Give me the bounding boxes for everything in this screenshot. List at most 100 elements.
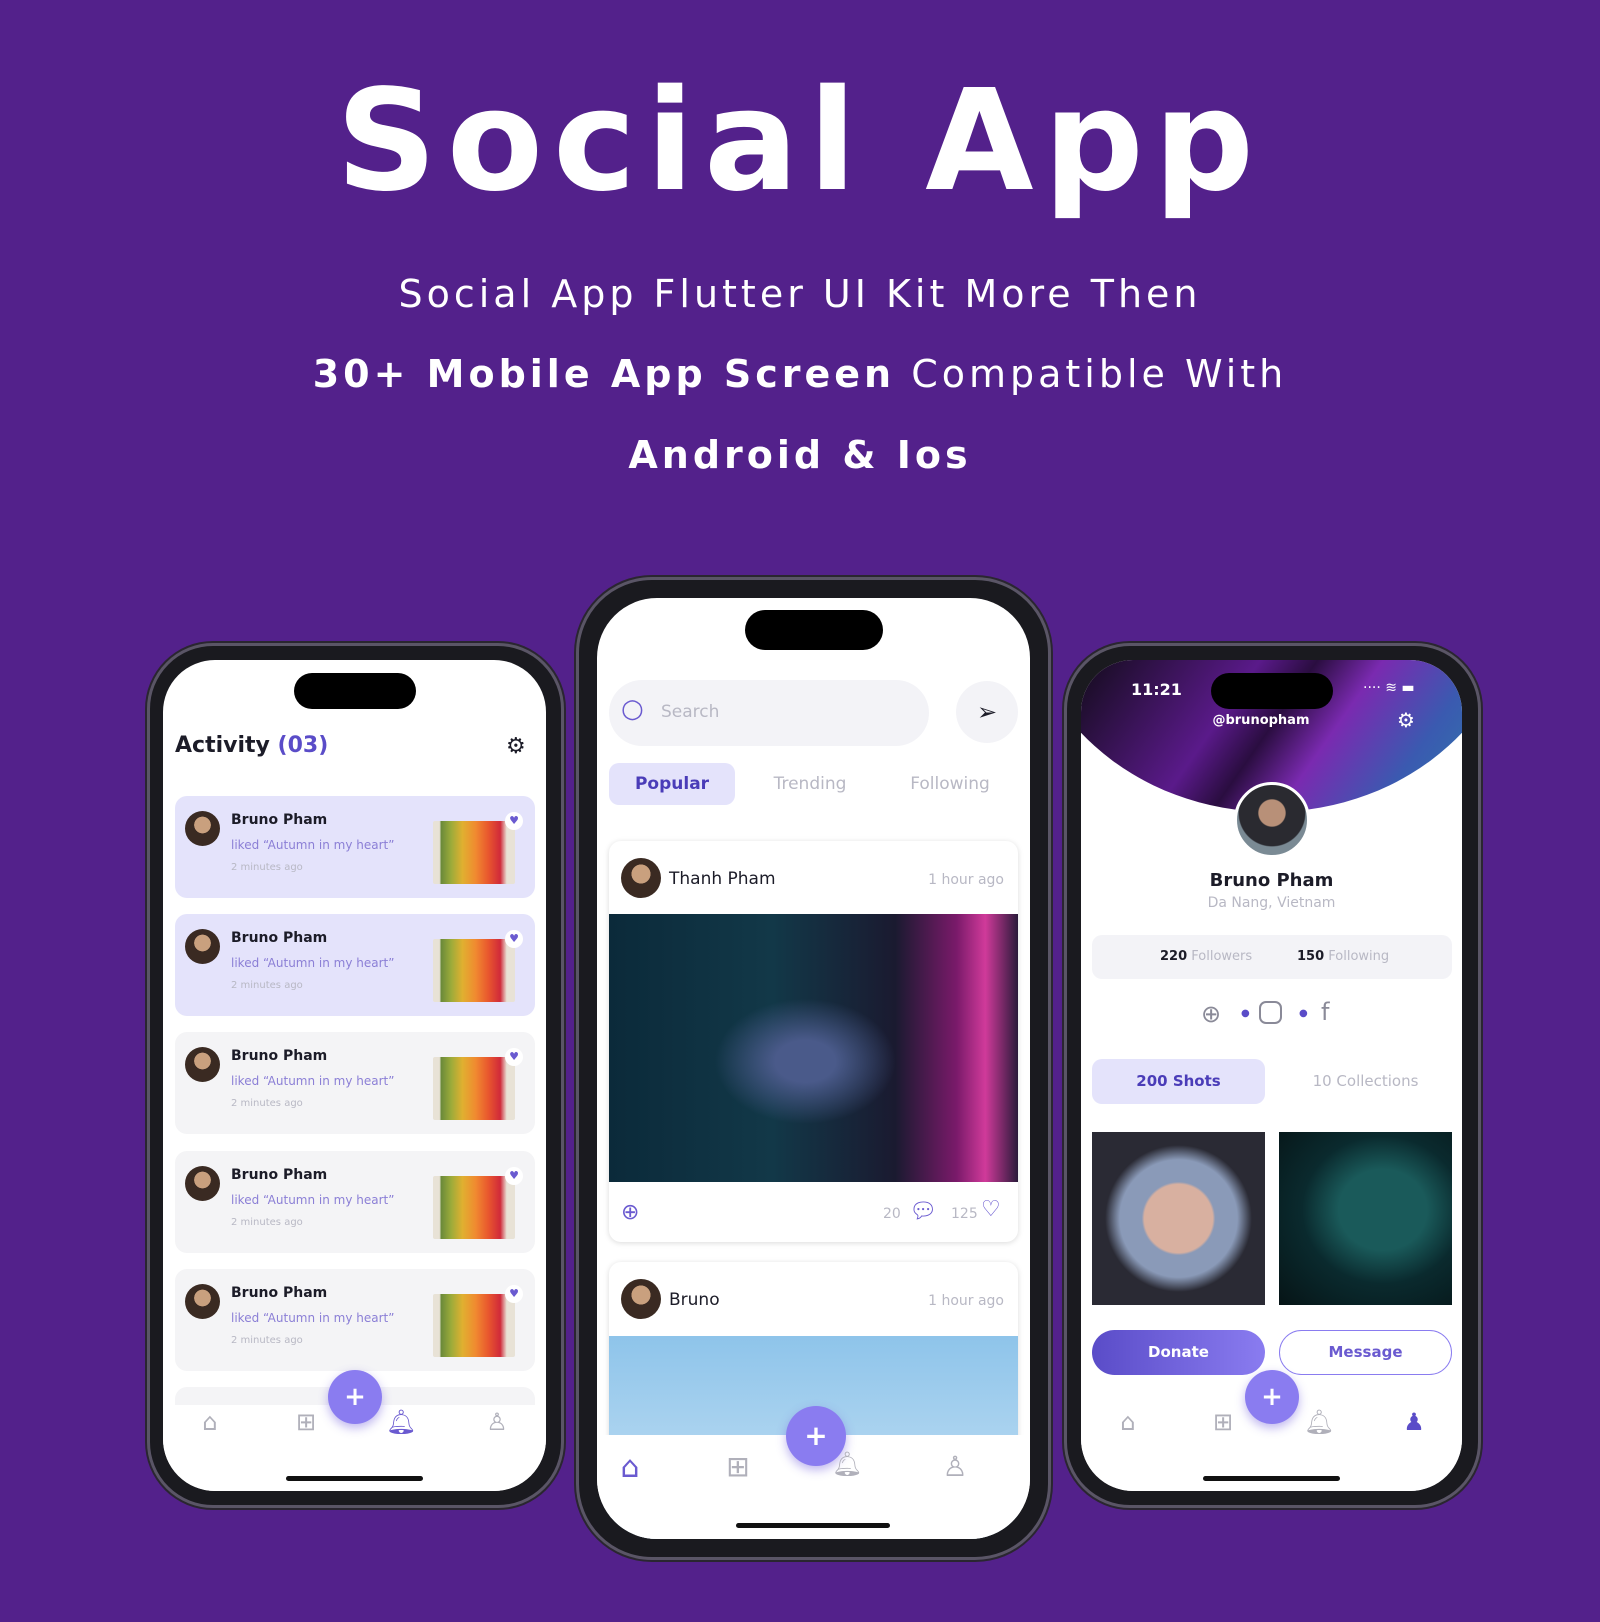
home-indicator [286,1476,423,1481]
search-placeholder: Search [661,702,720,722]
user-icon[interactable]: ♙ [477,1408,517,1436]
add-icon[interactable]: ⊕ [621,1200,639,1225]
activity-title-text: Activity [175,733,270,758]
bell-icon[interactable]: 🔔︎ [381,1408,421,1436]
activity-action: liked “Autumn in my heart” [231,1311,395,1325]
globe-icon[interactable]: ⊕ [1201,1000,1221,1028]
facebook-icon[interactable]: f [1321,998,1329,1026]
bell-icon[interactable]: 🔔︎ [1299,1408,1339,1436]
activity-time: 2 minutes ago [231,980,303,991]
like-count: 125 [951,1206,978,1222]
activity-user: Bruno Pham [231,1167,328,1183]
settings-icon[interactable]: ⚙ [1397,708,1415,732]
activity-action: liked “Autumn in my heart” [231,956,395,970]
tab-popular[interactable]: Popular [609,763,735,805]
post-time: 1 hour ago [928,1293,1004,1309]
activity-user: Bruno Pham [231,930,328,946]
user-icon[interactable]: ♟ [1394,1408,1434,1436]
profile-name: Bruno Pham [1209,870,1334,891]
activity-count: (03) [277,733,329,758]
activity-item[interactable]: Bruno Pham liked “Autumn in my heart” 2 … [175,1269,535,1371]
heart-icon: ♥ [505,1167,523,1185]
bell-icon[interactable]: 🔔︎ [827,1450,867,1478]
home-indicator [736,1523,890,1528]
tab-collections[interactable]: 10 Collections [1279,1059,1452,1104]
user-icon[interactable]: ♙ [935,1450,975,1483]
post-time: 1 hour ago [928,872,1004,888]
followers-count: 220 [1160,949,1188,964]
shot-image[interactable] [1279,1132,1452,1305]
avatar [185,929,220,964]
activity-action: liked “Autumn in my heart” [231,838,395,852]
activity-user: Bruno Pham [231,812,328,828]
activity-thumbnail [433,1294,515,1357]
post-author: Bruno [669,1290,720,1310]
tab-trending[interactable]: Trending [747,763,873,805]
activity-action: liked “Autumn in my heart” [231,1193,395,1207]
home-icon[interactable]: ⌂ [190,1408,230,1436]
following-label: Following [1328,949,1390,964]
profile-location: Da Nang, Vietnam [1207,895,1336,911]
avatar [185,1166,220,1201]
shot-image[interactable] [1092,1132,1265,1305]
search-icon: ○ [621,694,644,724]
home-indicator [1203,1476,1340,1481]
search-input[interactable]: ○ Search [609,680,929,746]
followers-label: Followers [1191,949,1253,964]
dynamic-island [294,673,416,709]
activity-time: 2 minutes ago [231,1098,303,1109]
avatar [621,858,661,898]
instagram-icon[interactable] [1259,1001,1282,1024]
activity-thumbnail [433,821,515,884]
activity-thumbnail [433,1057,515,1120]
activity-item[interactable]: Bruno Pham liked “Autumn in my heart” 2 … [175,914,535,1016]
send-icon[interactable]: ➢ [956,681,1018,743]
activity-item[interactable]: Bruno Pham liked “Autumn in my heart” 2 … [175,1032,535,1134]
dot-separator: ● [1241,1008,1250,1019]
hero-subtitle-line2: 30+ Mobile App Screen Compatible With [0,352,1600,396]
home-icon[interactable]: ⌂ [1108,1408,1148,1436]
activity-screen: Activity (03) ⚙ Bruno Pham liked “Autumn… [163,660,546,1491]
stats-box: 220 Followers 150 Following [1092,935,1452,979]
message-button[interactable]: Message [1279,1330,1452,1375]
tab-following[interactable]: Following [887,763,1013,805]
avatar [185,811,220,846]
activity-item[interactable]: Bruno Pham liked “Autumn in my heart” 2 … [175,1151,535,1253]
activity-thumbnail [433,1176,515,1239]
heart-icon: ♥ [505,1048,523,1066]
grid-icon[interactable]: ⊞ [1203,1408,1243,1436]
profile-avatar [1234,782,1310,858]
add-post-button[interactable]: + [328,1370,382,1424]
profile-screen: 11:21 ···· ≋ ▬ @brunopham ⚙ Bruno Pham D… [1081,660,1462,1491]
activity-item[interactable]: Bruno Pham liked “Autumn in my heart” 2 … [175,796,535,898]
dynamic-island [745,610,883,650]
donate-button[interactable]: Donate [1092,1330,1265,1375]
post-author: Thanh Pham [669,869,776,889]
following-count: 150 [1297,949,1325,964]
followers-stat[interactable]: 220 Followers [1160,935,1252,979]
activity-time: 2 minutes ago [231,862,303,873]
avatar [185,1047,220,1082]
screen-count: 30+ Mobile App Screen [312,352,896,396]
wifi-battery-icon: ···· ≋ ▬ [1363,680,1415,696]
feed-screen: ○ Search ➢ Popular Trending Following Th… [597,598,1030,1539]
post-image [609,914,1018,1182]
heart-icon[interactable]: ♡ [981,1197,1001,1222]
post-card[interactable]: Thanh Pham 1 hour ago ⊕ 20 💬︎ 125 ♡ [609,841,1018,1242]
grid-icon[interactable]: ⊞ [718,1450,758,1483]
heart-icon: ♥ [505,930,523,948]
tab-shots[interactable]: 200 Shots [1092,1059,1265,1104]
activity-thumbnail [433,939,515,1002]
following-stat[interactable]: 150 Following [1297,935,1389,979]
hero-subtitle-line1: Social App Flutter UI Kit More Then [398,272,1202,316]
settings-icon[interactable]: ⚙ [506,734,526,759]
grid-icon[interactable]: ⊞ [286,1408,326,1436]
comment-icon[interactable]: 💬︎ [909,1199,937,1224]
activity-time: 2 minutes ago [231,1335,303,1346]
home-icon[interactable]: ⌂ [610,1450,650,1485]
dot-separator: ● [1299,1008,1308,1019]
heart-icon: ♥ [505,812,523,830]
dynamic-island [1211,673,1333,709]
avatar [621,1279,661,1319]
add-post-button[interactable]: + [1245,1370,1299,1424]
